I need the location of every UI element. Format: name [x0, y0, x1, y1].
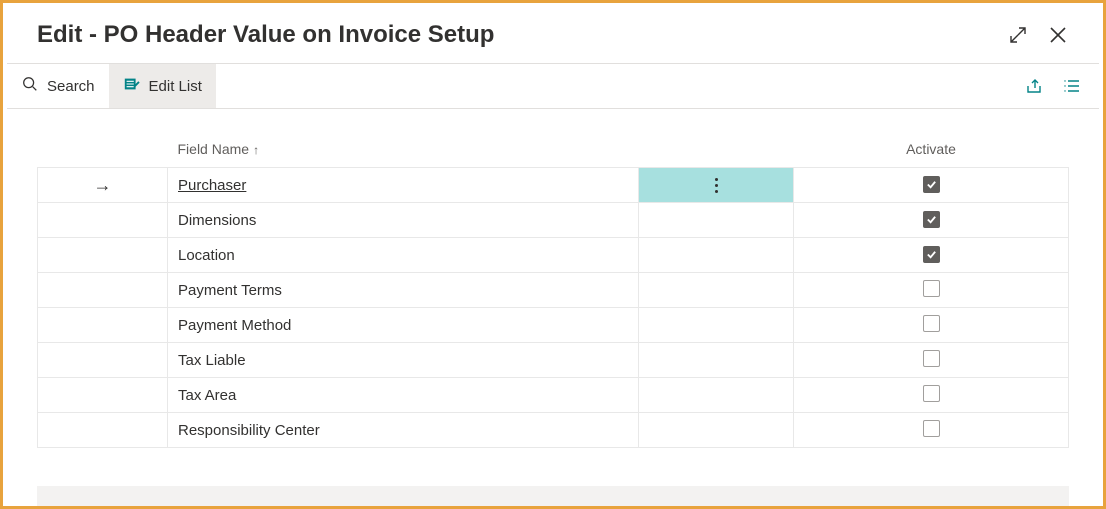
edit-list-label: Edit List	[149, 78, 202, 95]
activate-cell[interactable]	[794, 308, 1069, 343]
data-grid: Field Name↑ Activate → Purchaser Dimension…	[37, 135, 1069, 448]
activate-checkbox[interactable]	[923, 385, 940, 402]
row-indicator-cell	[38, 308, 168, 343]
field-name-value: Tax Area	[178, 387, 236, 404]
activate-cell[interactable]	[794, 203, 1069, 238]
edit-list-button[interactable]: Edit List	[109, 64, 216, 108]
field-name-cell[interactable]: Tax Area	[168, 378, 639, 413]
col-header-indicator	[38, 135, 168, 168]
close-icon[interactable]	[1047, 24, 1069, 46]
row-actions-cell	[639, 413, 794, 448]
search-icon	[21, 75, 39, 97]
expand-icon[interactable]	[1007, 24, 1029, 46]
activate-checkbox[interactable]	[923, 246, 940, 263]
field-name-cell[interactable]: Purchaser	[168, 168, 639, 203]
action-toolbar: Search Edit List	[7, 63, 1099, 109]
table-row[interactable]: Dimensions	[38, 203, 1069, 238]
grid-footer-band	[37, 486, 1069, 506]
row-indicator-cell	[38, 238, 168, 273]
grid-container: Field Name↑ Activate → Purchaser Dimension…	[3, 109, 1103, 486]
col-header-activate[interactable]: Activate	[794, 135, 1069, 168]
page-title: Edit - PO Header Value on Invoice Setup	[37, 21, 494, 49]
activate-cell[interactable]	[794, 378, 1069, 413]
table-row[interactable]: Tax Liable	[38, 343, 1069, 378]
field-name-cell[interactable]: Location	[168, 238, 639, 273]
header-actions	[1007, 24, 1069, 46]
activate-cell[interactable]	[794, 343, 1069, 378]
table-row[interactable]: Tax Area	[38, 378, 1069, 413]
activate-checkbox[interactable]	[923, 420, 940, 437]
search-label: Search	[47, 78, 95, 95]
field-name-cell[interactable]: Payment Terms	[168, 273, 639, 308]
row-actions-cell	[639, 343, 794, 378]
row-indicator-cell	[38, 343, 168, 378]
field-name-value: Payment Terms	[178, 282, 282, 299]
row-actions-cell	[639, 238, 794, 273]
row-indicator-cell	[38, 273, 168, 308]
row-indicator-cell	[38, 378, 168, 413]
dialog-frame: Edit - PO Header Value on Invoice Setup	[0, 0, 1106, 509]
table-row[interactable]: Location	[38, 238, 1069, 273]
field-name-value: Location	[178, 247, 235, 264]
edit-list-icon	[123, 75, 141, 97]
row-actions-cell	[639, 308, 794, 343]
field-name-value: Tax Liable	[178, 352, 246, 369]
current-row-arrow-icon: →	[38, 176, 167, 194]
row-indicator-cell	[38, 413, 168, 448]
row-menu-icon[interactable]	[639, 168, 793, 202]
field-name-value: Dimensions	[178, 212, 256, 229]
row-actions-cell	[639, 378, 794, 413]
activate-checkbox[interactable]	[923, 176, 940, 193]
activate-checkbox[interactable]	[923, 280, 940, 297]
list-view-icon[interactable]	[1061, 75, 1083, 97]
activate-cell[interactable]	[794, 168, 1069, 203]
sort-asc-icon: ↑	[253, 143, 259, 157]
row-actions-cell	[639, 203, 794, 238]
table-row[interactable]: Payment Method	[38, 308, 1069, 343]
field-name-value: Payment Method	[178, 317, 291, 334]
field-name-cell[interactable]: Responsibility Center	[168, 413, 639, 448]
field-name-value: Responsibility Center	[178, 422, 320, 439]
activate-checkbox[interactable]	[923, 350, 940, 367]
activate-cell[interactable]	[794, 413, 1069, 448]
table-row[interactable]: Payment Terms	[38, 273, 1069, 308]
row-actions-cell	[639, 273, 794, 308]
activate-checkbox[interactable]	[923, 211, 940, 228]
row-actions-cell[interactable]	[639, 168, 794, 203]
activate-cell[interactable]	[794, 238, 1069, 273]
field-name-cell[interactable]: Payment Method	[168, 308, 639, 343]
field-name-cell[interactable]: Dimensions	[168, 203, 639, 238]
table-row[interactable]: Responsibility Center	[38, 413, 1069, 448]
col-header-field-name[interactable]: Field Name↑	[168, 135, 639, 168]
field-name-cell[interactable]: Tax Liable	[168, 343, 639, 378]
dialog-header: Edit - PO Header Value on Invoice Setup	[3, 3, 1103, 63]
search-button[interactable]: Search	[7, 64, 109, 108]
col-header-spacer	[639, 135, 794, 168]
field-name-value[interactable]: Purchaser	[178, 177, 246, 194]
table-row[interactable]: → Purchaser	[38, 168, 1069, 203]
activate-checkbox[interactable]	[923, 315, 940, 332]
share-icon[interactable]	[1023, 75, 1045, 97]
row-indicator-cell	[38, 203, 168, 238]
row-indicator-cell: →	[38, 168, 168, 203]
activate-cell[interactable]	[794, 273, 1069, 308]
